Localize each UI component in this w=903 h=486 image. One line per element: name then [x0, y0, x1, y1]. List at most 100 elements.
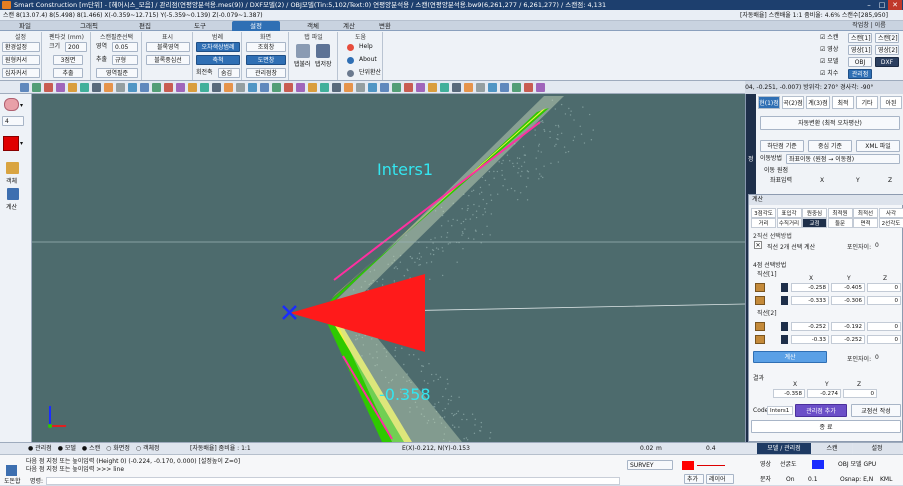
- image1-button[interactable]: 영상[1]: [848, 45, 872, 55]
- toolbar-tool-icon[interactable]: [152, 83, 161, 92]
- dialog-tab[interactable]: 최적원: [828, 208, 853, 218]
- line-color-swatch[interactable]: [812, 460, 824, 469]
- toolbar-tool-icon[interactable]: [32, 83, 41, 92]
- calculator-icon[interactable]: [7, 188, 19, 200]
- drawing-window-button[interactable]: 도면창: [246, 55, 286, 65]
- toolbar-tool-icon[interactable]: [116, 83, 125, 92]
- save-disk-icon[interactable]: [316, 44, 330, 58]
- area-filter-button[interactable]: 영역필준: [96, 68, 138, 78]
- toolbar-tool-icon[interactable]: [368, 83, 377, 92]
- about-button[interactable]: About: [359, 55, 377, 65]
- dialog-tab[interactable]: 둘문: [828, 218, 853, 228]
- calc-button[interactable]: 계산: [753, 351, 827, 363]
- pick-point-icon[interactable]: [755, 322, 765, 331]
- toolbar-tool-icon[interactable]: [260, 83, 269, 92]
- tab-edit[interactable]: 편집: [125, 21, 165, 31]
- toolbar-tool-icon[interactable]: [272, 83, 281, 92]
- toolbar-tool-icon[interactable]: [536, 83, 545, 92]
- layer-radio[interactable]: ● 스캔: [82, 445, 100, 452]
- toolbar-tool-icon[interactable]: [380, 83, 389, 92]
- xml-file-button[interactable]: XML 파일: [856, 140, 900, 152]
- dialog-tab[interactable]: 최적선: [853, 208, 878, 218]
- osnap-label[interactable]: Osnap: E,N: [840, 476, 873, 484]
- toolbar-tool-icon[interactable]: [524, 83, 533, 92]
- point-coord-cell[interactable]: -0.252: [831, 335, 865, 344]
- toolbar-tool-icon[interactable]: [92, 83, 101, 92]
- dialog-tab[interactable]: 표입각: [777, 208, 802, 218]
- close-button[interactable]: ✕: [888, 0, 902, 10]
- toolbar-tool-icon[interactable]: [332, 83, 341, 92]
- kml-label[interactable]: KML: [880, 476, 892, 484]
- tab-etc[interactable]: 기타: [856, 96, 878, 109]
- tab-other[interactable]: 아된: [880, 96, 902, 109]
- toolbar-tool-icon[interactable]: [176, 83, 185, 92]
- scan-check[interactable]: ☑ 스캔: [820, 33, 838, 43]
- tab-load-label[interactable]: 탭불러: [294, 60, 311, 70]
- toolbar-tool-icon[interactable]: [512, 83, 521, 92]
- point-coord-cell[interactable]: 0: [867, 335, 901, 344]
- pick-point-icon[interactable]: [755, 296, 765, 305]
- toolbar-tool-icon[interactable]: [200, 83, 209, 92]
- layer-select[interactable]: 4: [2, 116, 24, 126]
- point-select-icon[interactable]: [781, 322, 788, 331]
- dialog-tab[interactable]: 3점각도: [751, 208, 776, 218]
- dialog-tab[interactable]: 원중심: [802, 208, 827, 218]
- point-coord-cell[interactable]: -0.333: [791, 296, 829, 305]
- add-button[interactable]: 추가: [684, 474, 704, 484]
- toolbar-tool-icon[interactable]: [296, 83, 305, 92]
- toolbar-tool-icon[interactable]: [284, 83, 293, 92]
- toolbar-tool-icon[interactable]: [164, 83, 173, 92]
- pencil-icon[interactable]: [6, 162, 19, 174]
- block-area-button[interactable]: 블록영역: [146, 42, 190, 52]
- dialog-tab[interactable]: 2선각도: [879, 218, 903, 228]
- dialog-tab[interactable]: 면적: [853, 218, 878, 228]
- line-style-preview[interactable]: [697, 465, 725, 466]
- layer-radio[interactable]: ○ 화면정: [106, 445, 130, 452]
- scan2-button[interactable]: 스캔[2]: [875, 33, 899, 43]
- dialog-tab[interactable]: 거리: [751, 218, 776, 228]
- 3d-viewport[interactable]: Inters1 -0.358: [32, 94, 745, 442]
- toolbar-tool-icon[interactable]: [128, 83, 137, 92]
- control-point-button[interactable]: 관리점: [848, 69, 872, 79]
- obj-button[interactable]: OBJ: [848, 57, 872, 67]
- move-method-select[interactable]: 좌표이동 (원점 → 이동점): [786, 154, 900, 164]
- tab-graphic[interactable]: 그래픽: [65, 21, 113, 31]
- circle-cursor-button[interactable]: 원형커서: [2, 55, 40, 65]
- image-check[interactable]: ☑ 영상: [820, 45, 838, 55]
- dialog-tab[interactable]: 교점: [802, 218, 827, 228]
- extract-select[interactable]: 규형: [112, 55, 138, 65]
- workspace-label[interactable]: 작업창 | 이름: [838, 21, 900, 31]
- pick-point-icon[interactable]: [755, 335, 765, 344]
- toolbar-tool-icon[interactable]: [236, 83, 245, 92]
- tab-save-label[interactable]: 탭저장: [315, 60, 332, 70]
- extract-button[interactable]: 추출: [53, 68, 83, 78]
- code-input[interactable]: Inters1: [767, 406, 793, 415]
- point-select-icon[interactable]: [781, 335, 788, 344]
- tab-tools[interactable]: 도구: [180, 21, 220, 31]
- size-input[interactable]: 200: [65, 42, 87, 52]
- point-coord-cell[interactable]: -0.306: [831, 296, 865, 305]
- point-coord-cell[interactable]: 0: [867, 296, 901, 305]
- unit-convert-button[interactable]: 단위환산: [359, 68, 381, 78]
- point-coord-cell[interactable]: -0.258: [791, 283, 829, 292]
- toolbar-tool-icon[interactable]: [248, 83, 257, 92]
- toolbar-tool-icon[interactable]: [440, 83, 449, 92]
- toolbar-tool-icon[interactable]: [212, 83, 221, 92]
- inspect-window-button[interactable]: 조회창: [246, 42, 286, 52]
- bottom-tab-scan[interactable]: 스캔: [812, 443, 852, 454]
- tolerance-value[interactable]: 0: [875, 242, 879, 249]
- tab-one-point[interactable]: 현(1)점: [758, 96, 780, 109]
- calc-label[interactable]: 계산: [6, 202, 17, 211]
- help-button[interactable]: Help: [359, 42, 373, 52]
- toolbar-tool-icon[interactable]: [344, 83, 353, 92]
- point-coord-cell[interactable]: -0.33: [791, 335, 829, 344]
- layer-color-swatch[interactable]: [682, 461, 694, 470]
- minimize-button[interactable]: –: [862, 0, 876, 10]
- scale-button[interactable]: 축척: [196, 55, 240, 65]
- toolbar-tool-icon[interactable]: [56, 83, 65, 92]
- hide-select[interactable]: 숨김: [218, 68, 240, 78]
- dialog-tab[interactable]: 사각: [879, 208, 903, 218]
- two-line-option[interactable]: 직선 2개 선택 계산: [767, 242, 815, 251]
- three-point-button[interactable]: 3점면: [53, 55, 83, 65]
- cloud-dropdown-icon[interactable]: ▾: [20, 102, 23, 109]
